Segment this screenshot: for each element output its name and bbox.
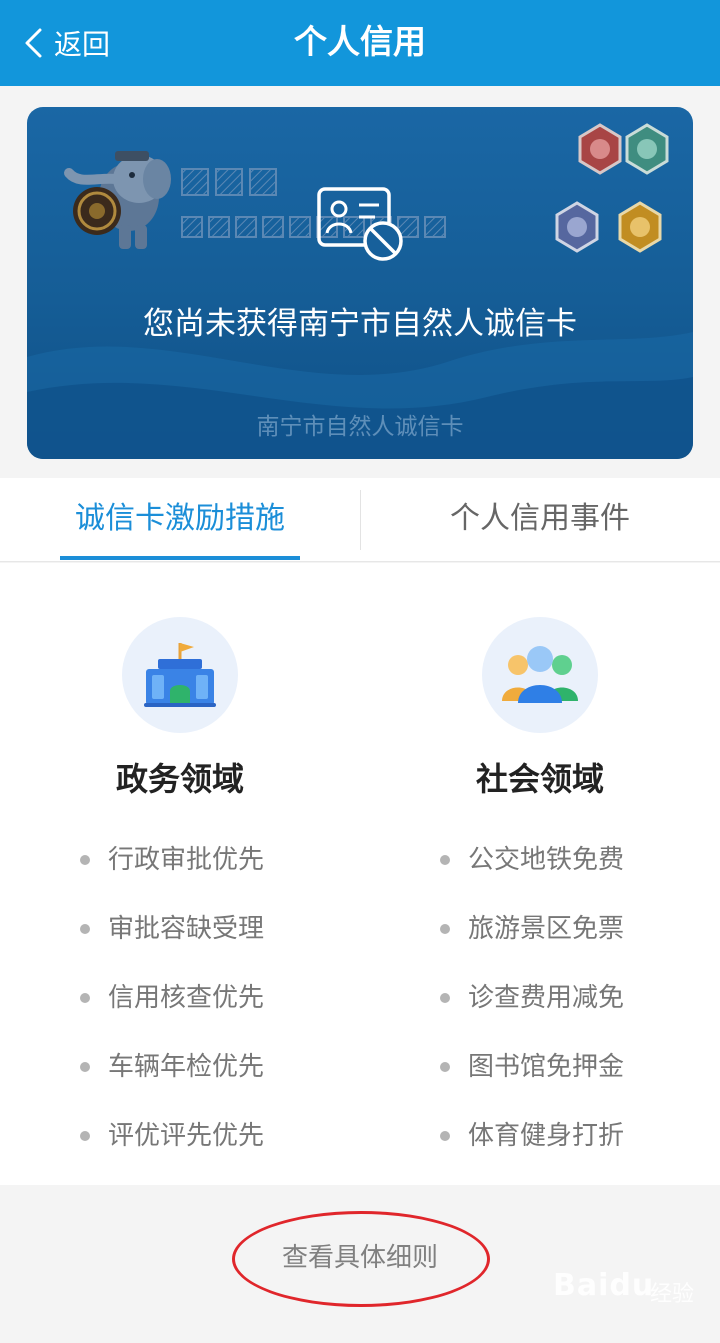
benefit-item: 车辆年检优先 [80,1045,264,1114]
social-section: 社会领域 公交地铁免费 旅游景区免票 诊查费用减免 图书馆免押金 体育健身打折 [360,563,720,1185]
name-placeholder [181,168,277,196]
tab-bar: 诚信卡激励措施 个人信用事件 [0,478,720,562]
benefit-item: 审批容缺受理 [80,907,264,976]
card-artwork [27,123,693,459]
benefit-item: 体育健身打折 [440,1114,624,1183]
benefit-item: 行政审批优先 [80,838,264,907]
social-title: 社会领域 [475,760,604,798]
blue-badge-icon [555,201,599,253]
benefit-item: 图书馆免押金 [440,1045,624,1114]
card-status-message: 您尚未获得南宁市自然人诚信卡 [143,306,577,342]
government-title: 政务领域 [115,760,244,798]
credit-card: 您尚未获得南宁市自然人诚信卡 南宁市自然人诚信卡 [27,107,693,459]
card-footer-label: 南宁市自然人诚信卡 [256,414,464,440]
elephant-mascot-icon [64,151,171,249]
watermark-text: Baidu [553,1268,655,1303]
page-title: 个人信用 [294,22,426,61]
benefit-item: 信用核查优先 [80,976,264,1045]
teal-badge-icon [625,123,669,175]
tab-credit-events[interactable]: 个人信用事件 [420,478,660,562]
honor-badges [555,123,669,253]
benefit-item: 旅游景区免票 [440,907,624,976]
tab-divider [360,490,361,550]
benefit-item: 诊查费用减免 [440,976,624,1045]
id-number-placeholder [181,216,446,238]
government-building-icon [122,617,238,733]
gold-badge-icon [618,201,662,253]
red-highlight-annotation [232,1211,490,1307]
benefit-item: 评优评先优先 [80,1114,264,1183]
incentives-panel: 政务领域 行政审批优先 审批容缺受理 信用核查优先 车辆年检优先 评优评先优先 … [0,563,720,1185]
benefit-item: 公交地铁免费 [440,838,624,907]
social-benefits-list: 公交地铁免费 旅游景区免票 诊查费用减免 图书馆免押金 体育健身打折 [440,838,624,1183]
people-group-icon [482,617,598,733]
tab-incentives[interactable]: 诚信卡激励措施 [60,478,300,562]
header-bar: 返回 个人信用 [0,0,720,86]
government-benefits-list: 行政审批优先 审批容缺受理 信用核查优先 车辆年检优先 评优评先优先 [80,838,264,1183]
red-badge-icon [578,123,622,175]
government-section: 政务领域 行政审批优先 审批容缺受理 信用核查优先 车辆年检优先 评优评先优先 [0,563,360,1185]
watermark-cn: 经验 [650,1282,695,1307]
baidu-watermark: Baidu 经验 [553,1262,703,1322]
